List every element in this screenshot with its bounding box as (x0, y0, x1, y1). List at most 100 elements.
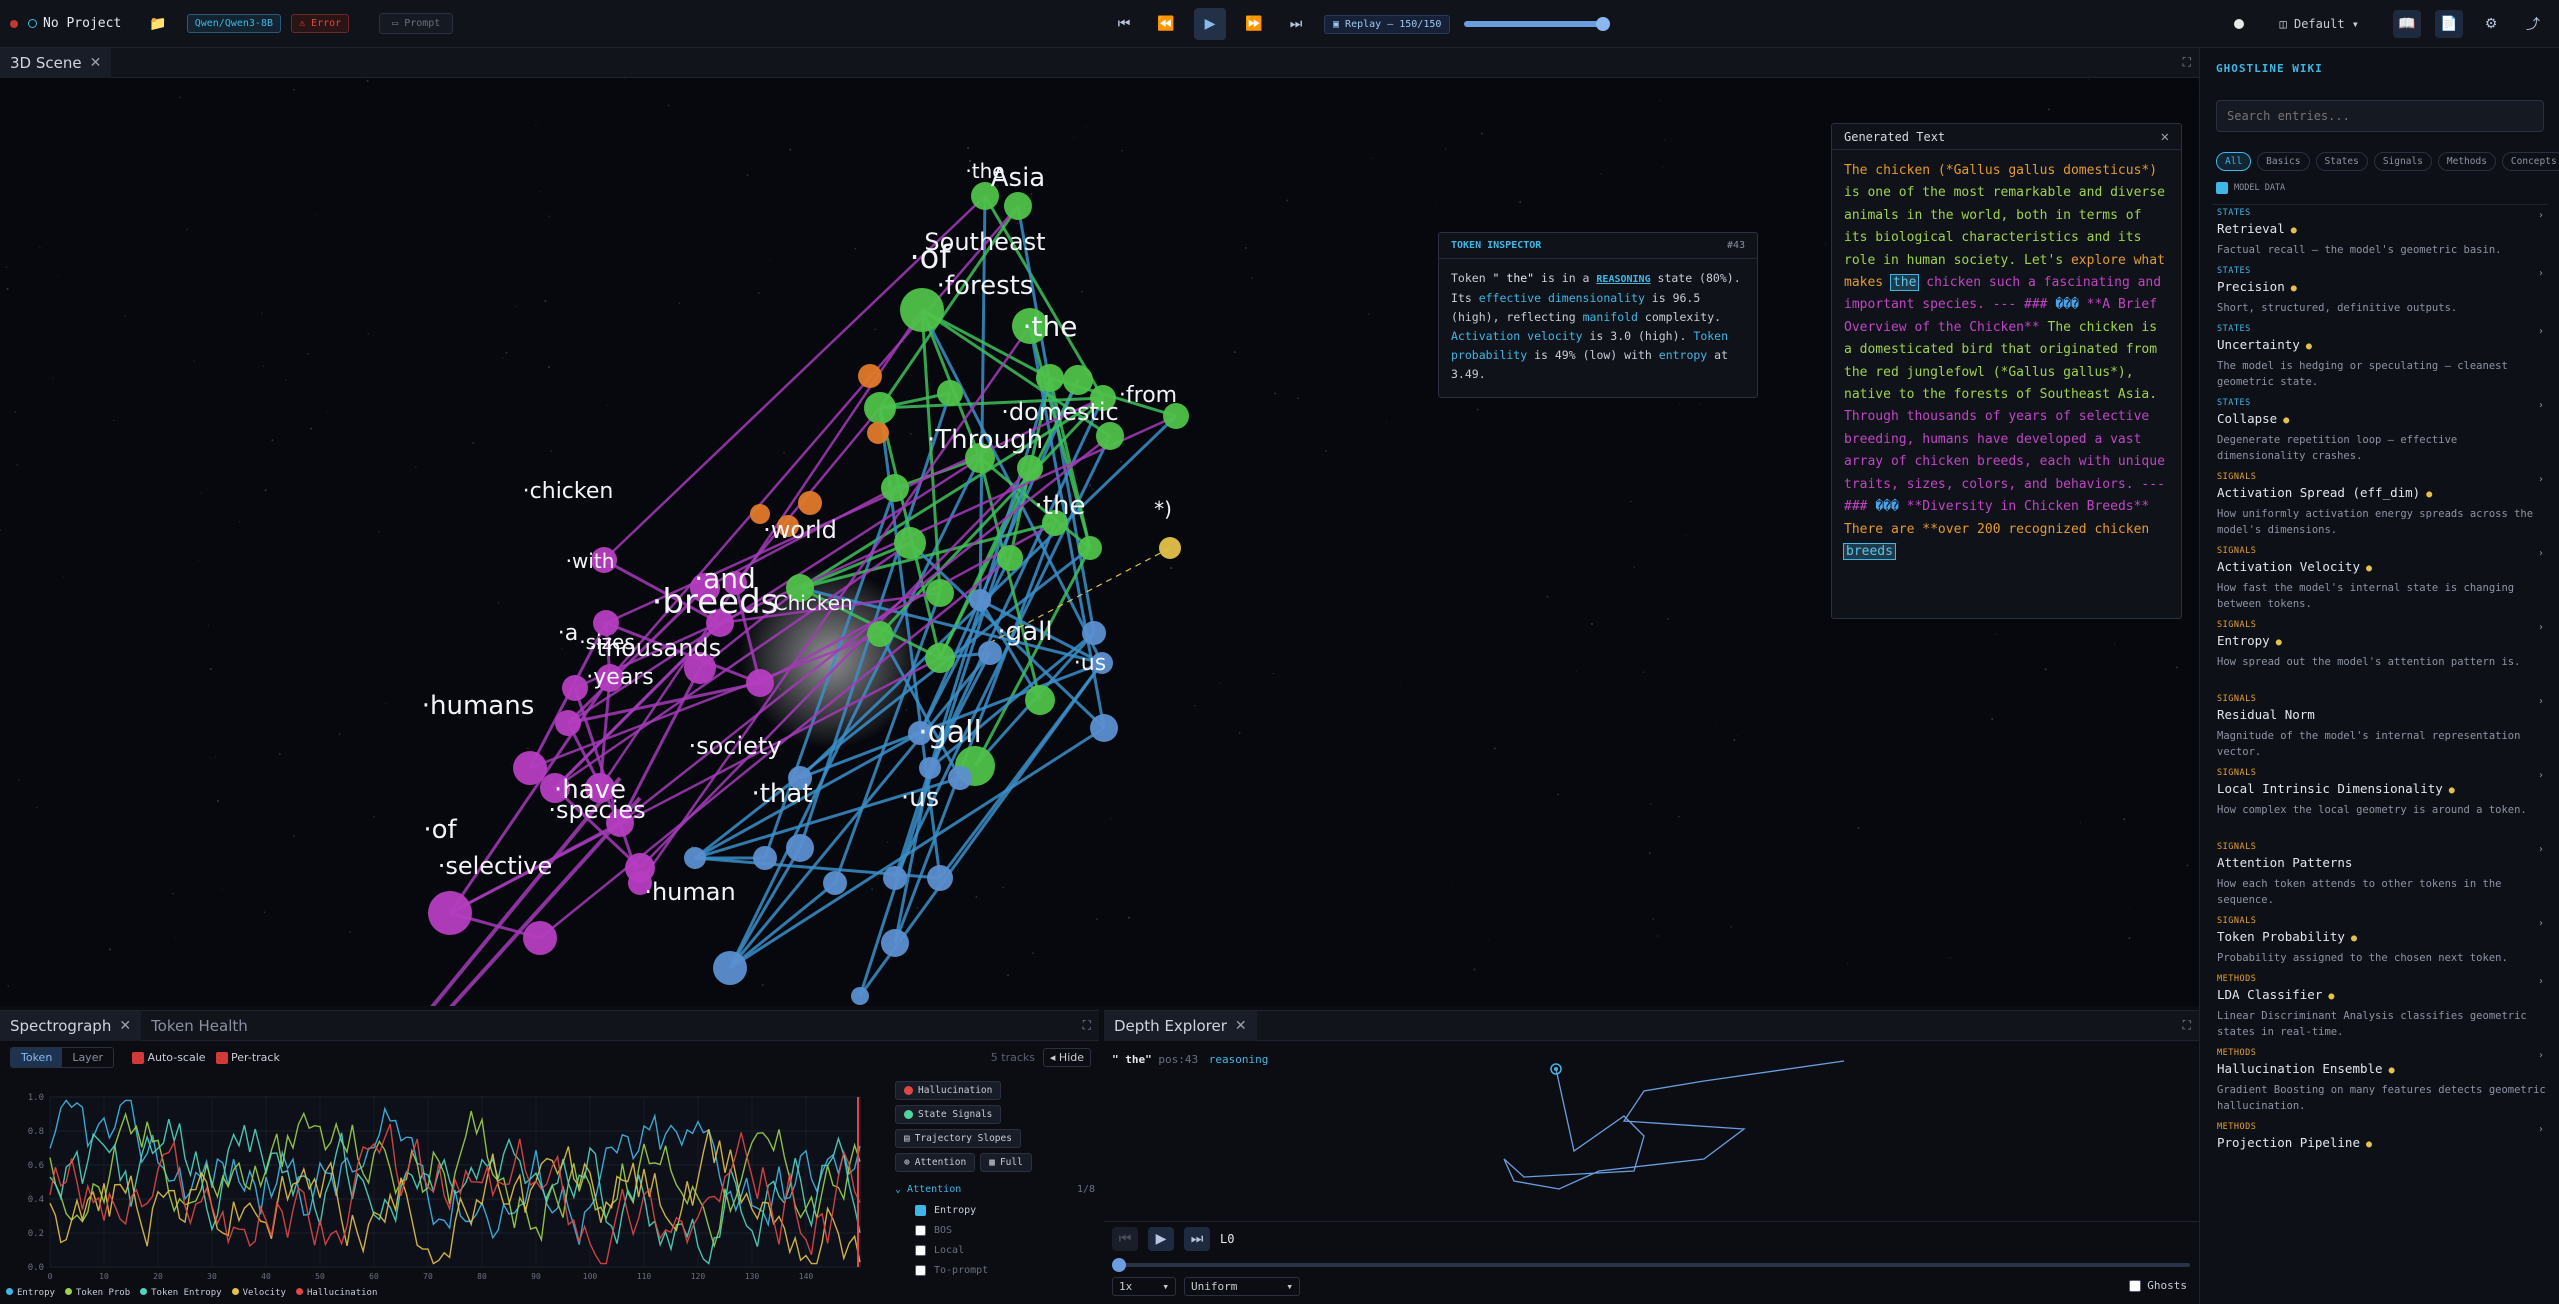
attention-item[interactable]: BOS (915, 1221, 1095, 1241)
wiki-entry[interactable]: › SIGNALS Attention Patterns How each token… (2217, 842, 2547, 908)
checkbox-unchecked-icon[interactable] (915, 1244, 926, 1256)
chevron-right-icon[interactable]: › (2539, 918, 2543, 929)
step-back-icon[interactable]: ⏮ (1112, 1227, 1138, 1251)
wiki-filter-all[interactable]: All (2216, 152, 2252, 171)
mode-layer-button[interactable]: Layer (62, 1048, 113, 1067)
wiki-entry[interactable]: › METHODS Projection Pipeline ● (2217, 1122, 2547, 1150)
spectrograph-chart[interactable]: 1.0 0.8 0.6 0.4 0.2 0.0 0 10 20 30 40 50 60 70 80 90 100… (0, 1077, 880, 1287)
text-segment[interactable]: There are **over 200 recognized chicken (1844, 522, 2149, 537)
chevron-right-icon[interactable]: › (2539, 770, 2543, 781)
wiki-entry[interactable]: › STATES Collapse ● Degenerate repetition l… (2217, 398, 2547, 464)
chevron-right-icon[interactable]: › (2539, 548, 2543, 559)
layer-slider-thumb[interactable] (1112, 1258, 1126, 1272)
attention-item[interactable]: Entropy (915, 1201, 1095, 1221)
text-segment[interactable]: **Diversity in Chicken Breeds** (1899, 499, 2150, 514)
chevron-right-icon[interactable]: › (2539, 976, 2543, 987)
wiki-entry[interactable]: › SIGNALS Local Intrinsic Dimensionality ●… (2217, 768, 2547, 818)
tab-spectrograph[interactable]: Spectrograph ✕ (0, 1010, 142, 1041)
wiki-filter-methods[interactable]: Methods (2437, 152, 2496, 171)
chevron-right-icon[interactable]: › (2539, 474, 2543, 485)
legend-item[interactable]: Token Entropy (140, 1288, 222, 1298)
close-icon[interactable]: ✕ (90, 55, 102, 71)
skip-first-icon[interactable]: ⏮ (1110, 10, 1138, 38)
inspector-header[interactable]: TOKEN INSPECTOR #43 (1439, 233, 1757, 259)
chevron-right-icon[interactable]: › (2539, 400, 2543, 411)
play-icon[interactable]: ▶ (1194, 8, 1226, 40)
maximize-icon[interactable]: ⛶ (2183, 1018, 2191, 1033)
speed-select[interactable]: 1x ▾ (1112, 1277, 1176, 1296)
hallucination-filter[interactable]: Hallucination (895, 1081, 1002, 1100)
chevron-right-icon[interactable]: › (2539, 844, 2543, 855)
full-filter[interactable]: ▦ Full (980, 1153, 1032, 1172)
chevron-right-icon[interactable]: › (2539, 1124, 2543, 1135)
generated-text-panel[interactable]: Generated Text ✕ The chicken (*Gallus ga… (1831, 123, 2182, 619)
hide-button[interactable]: ◂ Hide (1042, 1047, 1091, 1067)
wiki-entry[interactable]: › METHODS Hallucination Ensemble ● Gradient… (2217, 1048, 2547, 1114)
folder-icon[interactable]: 📁 (149, 16, 166, 32)
chevron-right-icon[interactable]: › (2539, 696, 2543, 707)
trajectory-slopes-filter[interactable]: ▤ Trajectory Slopes (895, 1129, 1021, 1148)
wiki-filter-signals[interactable]: Signals (2373, 152, 2432, 171)
wiki-filter-basics[interactable]: Basics (2257, 152, 2310, 171)
chevron-right-icon[interactable]: › (2539, 210, 2543, 221)
maximize-icon[interactable]: ⛶ (2183, 55, 2191, 70)
highlighted-token[interactable]: breeds (1843, 542, 1896, 560)
close-icon[interactable]: ✕ (119, 1018, 131, 1034)
wiki-entry[interactable]: › STATES Retrieval ● Factual recall — the m… (2217, 208, 2547, 258)
text-segment[interactable]: The chicken (*Gallus gallus domesticus*) (1844, 163, 2157, 178)
wiki-entry[interactable]: › SIGNALS Residual Norm Magnitude of the mo… (2217, 694, 2547, 760)
checkbox-checked-icon[interactable] (215, 1051, 228, 1064)
tab-depth-explorer[interactable]: Depth Explorer ✕ (1104, 1010, 1257, 1041)
layout-select[interactable]: ◫ Default ▾ (2280, 17, 2359, 31)
autoscale-toggle[interactable]: Auto-scale (131, 1051, 206, 1064)
mode-select[interactable]: Uniform ▾ (1184, 1277, 1300, 1296)
text-segment[interactable]: ��� (1875, 499, 1898, 514)
step-forward-icon[interactable]: ⏩ (1240, 10, 1268, 38)
wiki-entry[interactable]: › SIGNALS Entropy ● How spread out the mode… (2217, 620, 2547, 670)
checkbox-checked-icon[interactable] (131, 1051, 144, 1064)
skip-last-icon[interactable]: ⏭ (1282, 10, 1310, 38)
export-icon[interactable]: ⤴ (2519, 10, 2547, 38)
token-inspector[interactable]: TOKEN INSPECTOR #43 Token " the" is in a… (1438, 232, 1758, 398)
project-name[interactable]: No Project (43, 16, 121, 31)
close-icon[interactable]: ✕ (2161, 129, 2169, 145)
depth-trajectory[interactable] (1104, 1041, 2199, 1231)
wiki-entry[interactable]: › SIGNALS Token Probability ● Probability a… (2217, 916, 2547, 966)
checkbox-unchecked-icon[interactable] (2128, 1280, 2141, 1292)
wiki-entry[interactable]: › STATES Precision ● Short, structured, def… (2217, 266, 2547, 316)
replay-slider-thumb[interactable] (1596, 17, 1611, 31)
document-icon[interactable]: 📄 (2435, 10, 2463, 38)
step-back-icon[interactable]: ⏪ (1152, 10, 1180, 38)
chevron-right-icon[interactable]: › (2539, 326, 2543, 337)
attention-item[interactable]: To-prompt (915, 1261, 1095, 1281)
mode-token-button[interactable]: Token (11, 1047, 63, 1067)
tab-3d-scene[interactable]: 3D Scene ✕ (0, 48, 112, 78)
checkbox-unchecked-icon[interactable] (915, 1224, 926, 1236)
legend-item[interactable]: Token Prob (64, 1288, 130, 1298)
ghosts-toggle[interactable]: Ghosts (2128, 1279, 2187, 1292)
close-icon[interactable]: ✕ (1235, 1018, 1247, 1034)
layer-slider[interactable] (1112, 1258, 2190, 1272)
error-badge[interactable]: ⚠ Error (291, 14, 350, 33)
replay-slider[interactable] (1464, 17, 1611, 31)
text-segment[interactable]: ��� (2055, 297, 2078, 312)
checkbox-unchecked-icon[interactable] (915, 1264, 926, 1276)
generated-text-header[interactable]: Generated Text ✕ (1832, 124, 2181, 150)
checkbox-checked-icon[interactable] (915, 1204, 926, 1216)
chevron-right-icon[interactable]: › (2539, 622, 2543, 633)
wiki-entry[interactable]: › METHODS LDA Classifier ● Linear Discrimin… (2217, 974, 2547, 1040)
wiki-entry[interactable]: › STATES Uncertainty ● The model is hedging… (2217, 324, 2547, 390)
attention-item[interactable]: Local (915, 1241, 1095, 1261)
skip-last-icon[interactable]: ⏭ (1184, 1227, 1210, 1251)
play-icon[interactable]: ▶ (1148, 1227, 1174, 1251)
wiki-entry[interactable]: › SIGNALS Activation Spread (eff_dim) ● How… (2217, 472, 2547, 538)
attention-group-header[interactable]: ⌄ Attention 1/8 (895, 1184, 1095, 1195)
legend-item[interactable]: Entropy (6, 1288, 55, 1298)
maximize-icon[interactable]: ⛶ (1083, 1018, 1091, 1033)
pertrack-toggle[interactable]: Per-track (215, 1051, 280, 1064)
model-badge[interactable]: Qwen/Qwen3-8B (186, 14, 281, 33)
state-signals-filter[interactable]: State Signals (895, 1105, 1002, 1124)
wiki-filter-states[interactable]: States (2315, 152, 2368, 171)
book-icon[interactable]: 📖 (2393, 10, 2421, 38)
chevron-right-icon[interactable]: › (2539, 1050, 2543, 1061)
